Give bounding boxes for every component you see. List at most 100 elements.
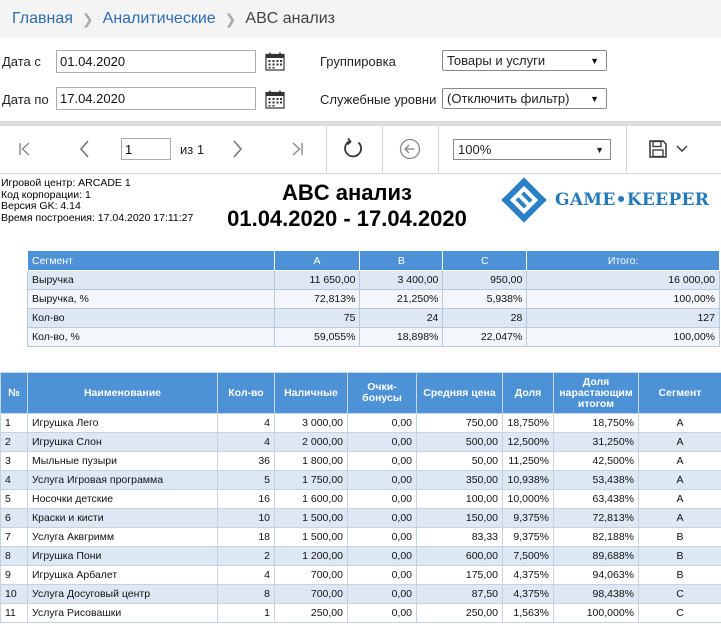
toolbar-separator (626, 126, 627, 174)
table-cell: 10 (0, 584, 28, 604)
table-cell: 7 (0, 527, 28, 547)
table-cell: B (638, 527, 721, 547)
table-cell: A (638, 451, 721, 471)
table-row: Выручка, % 72,813% 21,250% 5,938% 100,00… (27, 289, 720, 309)
breadcrumb-current: ABC анализ (245, 10, 335, 27)
service-levels-select[interactable]: (Отключить фильтр) ▼ (442, 88, 607, 109)
meta-build-time: Время построения: 17.04.2020 17:11:27 (1, 211, 194, 224)
grouping-label: Группировка (320, 54, 396, 69)
game-keeper-logo: GAME•KEEPER (501, 177, 709, 223)
table-cell: 42,500% (553, 451, 639, 471)
column-header: Сегмент (638, 372, 721, 414)
table-cell: 0,00 (347, 470, 417, 490)
date-to-calendar-icon[interactable] (265, 90, 285, 109)
table-cell: 500,00 (416, 432, 503, 452)
table-cell: Краски и кисти (27, 508, 218, 528)
table-cell: 10,000% (502, 489, 554, 509)
grouping-select[interactable]: Товары и услуги ▼ (442, 50, 607, 71)
breadcrumb: Главная ❯ Аналитические ❯ ABC анализ (0, 0, 721, 38)
table-cell: 4 (0, 470, 28, 490)
table-cell: 3 000,00 (274, 413, 348, 433)
table-cell: 53,438% (553, 470, 639, 490)
column-header: Сегмент (27, 250, 275, 271)
table-cell: 4 (217, 432, 275, 452)
table-cell: 16 000,00 (526, 270, 720, 290)
table-cell: Выручка, % (27, 289, 275, 309)
table-cell: 100,00 (416, 489, 503, 509)
table-row: 1 Игрушка Лего 4 3 000,00 0,00 750,00 18,750% 1… (0, 413, 721, 433)
table-cell: 3 (0, 451, 28, 471)
zoom-select[interactable]: 100% ▼ (453, 139, 611, 160)
segment-summary-table: Сегмент A B C Итого: Выручка 11 650,00 3… (27, 250, 720, 347)
table-cell: A (638, 432, 721, 452)
table-cell: 4 (217, 413, 275, 433)
meta-gk-version: Версия GK: 4.14 (1, 200, 81, 212)
table-cell: 1 (0, 413, 28, 433)
table-cell: A (638, 413, 721, 433)
breadcrumb-home-link[interactable]: Главная (12, 10, 73, 28)
table-cell: 250,00 (416, 603, 503, 623)
table-row: Кол-во, % 59,055% 18,898% 22,047% 100,00… (27, 327, 720, 347)
table-row: Выручка 11 650,00 3 400,00 950,00 16 000… (27, 270, 720, 290)
page-number-input[interactable] (121, 138, 171, 160)
table-cell: 72,813% (273, 289, 361, 309)
table-cell: 94,063% (553, 565, 639, 585)
table-cell: Услуга Досуговый центр (27, 584, 218, 604)
table-cell: 700,00 (274, 584, 348, 604)
table-cell: 1 500,00 (274, 527, 348, 547)
table-cell: 2 (0, 432, 28, 452)
table-cell: 9 (0, 565, 28, 585)
table-cell: 750,00 (416, 413, 503, 433)
table-cell: 9,375% (502, 508, 554, 528)
table-cell: 1,563% (502, 603, 554, 623)
date-from-calendar-icon[interactable] (265, 52, 285, 71)
table-cell: A (638, 489, 721, 509)
table-row: 6 Краски и кисти 10 1 500,00 0,00 150,00 9,375… (0, 508, 721, 528)
table-cell: 11 650,00 (273, 270, 361, 290)
column-header: Итого: (526, 250, 720, 271)
table-cell: Игрушка Арбалет (27, 565, 218, 585)
save-icon[interactable] (645, 136, 671, 162)
column-header: Средняя цена (416, 372, 503, 414)
table-cell: 82,188% (553, 527, 639, 547)
column-header: A (273, 250, 361, 271)
report-title: ABC анализ (282, 180, 412, 205)
dropdown-caret-icon: ▼ (595, 144, 604, 155)
toolbar-separator (326, 126, 327, 174)
prev-page-icon[interactable] (72, 136, 98, 162)
table-row: Кол-во 75 24 28 127 (27, 308, 720, 328)
table-cell: 18,750% (553, 413, 639, 433)
table-header-row: Сегмент A B C Итого: (27, 250, 720, 271)
table-cell: B (638, 546, 721, 566)
table-header-row: № Наименование Кол-во Наличные Очки-бону… (0, 372, 721, 414)
table-cell: 21,250% (359, 289, 444, 309)
next-page-icon[interactable] (224, 136, 250, 162)
date-from-input[interactable] (56, 50, 256, 73)
table-cell: 4,375% (502, 584, 554, 604)
refresh-icon[interactable] (340, 136, 366, 162)
table-cell: 7,500% (502, 546, 554, 566)
last-page-icon[interactable] (284, 136, 310, 162)
table-cell: Услуга Аквгримм (27, 527, 218, 547)
abc-items-table: № Наименование Кол-во Наличные Очки-бону… (0, 372, 721, 623)
table-cell: 0,00 (347, 489, 417, 509)
table-cell: B (638, 565, 721, 585)
table-cell: A (638, 470, 721, 490)
date-to-input[interactable] (56, 87, 256, 110)
breadcrumb-section-link[interactable]: Аналитические (103, 10, 216, 28)
table-cell: C (638, 603, 721, 623)
table-cell: 6 (0, 508, 28, 528)
first-page-icon[interactable] (12, 136, 38, 162)
table-cell: 11,250% (502, 451, 554, 471)
table-cell: Кол-во, % (27, 327, 275, 347)
table-row: 5 Носочки детские 16 1 600,00 0,00 100,00 10,0… (0, 489, 721, 509)
table-cell: C (638, 584, 721, 604)
table-cell: 8 (217, 584, 275, 604)
back-icon[interactable] (397, 136, 423, 162)
table-cell: 2 (217, 546, 275, 566)
table-cell: 8 (0, 546, 28, 566)
table-cell: 89,688% (553, 546, 639, 566)
table-cell: 11 (0, 603, 28, 623)
save-dropdown-chevron-icon[interactable] (672, 136, 692, 162)
table-cell: 0,00 (347, 584, 417, 604)
